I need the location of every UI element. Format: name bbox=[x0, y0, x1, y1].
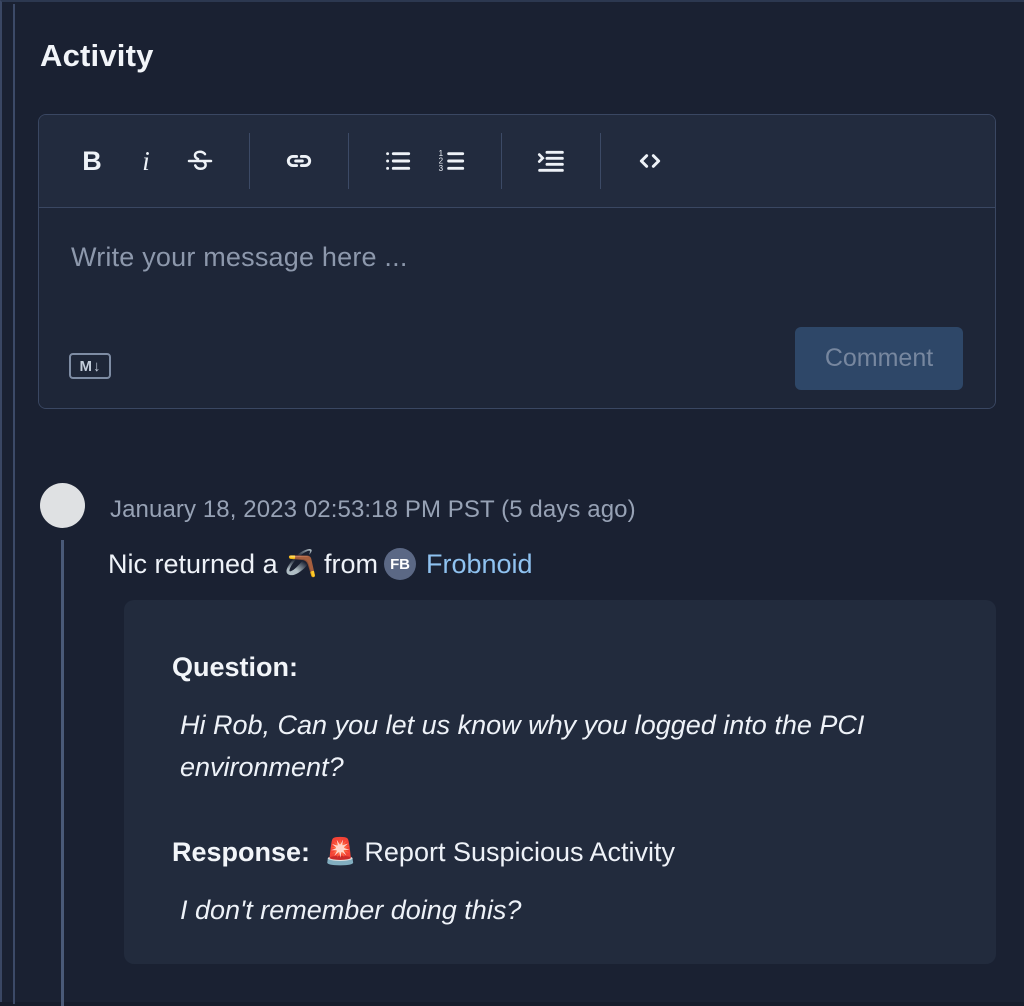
page-title: Activity bbox=[40, 38, 154, 73]
composer-body[interactable]: Write your message here ... M ↓ Comment bbox=[39, 208, 995, 408]
text-format-group: B i bbox=[65, 115, 227, 207]
response-block: Response: 🚨 Report Suspicious Activity bbox=[172, 837, 948, 868]
question-block: Question: Hi Rob, Can you let us know wh… bbox=[172, 652, 948, 789]
response-value: Report Suspicious Activity bbox=[364, 836, 676, 867]
comment-composer[interactable]: B i 1 2 3 Write your message here ... M … bbox=[38, 114, 996, 409]
composer-toolbar: B i 1 2 3 bbox=[39, 115, 995, 208]
thread-connector-line bbox=[61, 540, 64, 1006]
markdown-icon-letter: M bbox=[79, 357, 93, 375]
response-label: Response: bbox=[172, 836, 311, 867]
org-badge: FB bbox=[383, 548, 416, 580]
activity-panel: Activity B i 1 2 3 Write your message he… bbox=[0, 0, 1024, 1006]
toolbar-divider-2 bbox=[348, 133, 349, 189]
link-group bbox=[272, 115, 326, 207]
org-name-link[interactable]: Frobnoid bbox=[426, 549, 533, 580]
avatar bbox=[40, 483, 85, 528]
toolbar-divider-3 bbox=[501, 133, 502, 189]
entry-timestamp: January 18, 2023 02:53:18 PM PST (5 days… bbox=[110, 496, 636, 523]
code-group bbox=[623, 115, 677, 207]
bulleted-list-icon[interactable] bbox=[371, 133, 425, 189]
link-icon[interactable] bbox=[272, 133, 326, 189]
list-group: 1 2 3 bbox=[371, 115, 479, 207]
comment-submit-button[interactable]: Comment bbox=[795, 327, 963, 390]
blockquote-group bbox=[524, 115, 578, 207]
left-rail-divider bbox=[13, 4, 15, 1004]
entry-summary-prefix: Nic returned a bbox=[108, 548, 278, 579]
question-label: Question: bbox=[172, 652, 298, 682]
question-response-card: Question: Hi Rob, Can you let us know wh… bbox=[124, 600, 996, 964]
code-icon[interactable] bbox=[623, 133, 677, 189]
entry-summary: Nic returned a 🪃 from FB Frobnoid bbox=[108, 548, 533, 580]
italic-icon[interactable]: i bbox=[119, 133, 173, 189]
numbered-list-icon[interactable]: 1 2 3 bbox=[425, 133, 479, 189]
toolbar-divider-1 bbox=[249, 133, 250, 189]
blockquote-icon[interactable] bbox=[524, 133, 578, 189]
question-text: Hi Rob, Can you let us know why you logg… bbox=[180, 710, 865, 782]
message-input-placeholder[interactable]: Write your message here ... bbox=[71, 242, 408, 273]
entry-summary-middle: from bbox=[323, 548, 378, 579]
markdown-icon[interactable]: M ↓ bbox=[69, 353, 111, 379]
strikethrough-icon[interactable] bbox=[173, 133, 227, 189]
toolbar-divider-4 bbox=[600, 133, 601, 189]
boomerang-icon: 🪃 bbox=[284, 549, 317, 579]
panel-content: Activity B i 1 2 3 Write your message he… bbox=[16, 4, 1024, 1006]
markdown-icon-arrow: ↓ bbox=[93, 357, 101, 375]
bold-icon[interactable]: B bbox=[65, 133, 119, 189]
response-text: I don't remember doing this? bbox=[180, 894, 522, 925]
svg-text:3: 3 bbox=[439, 164, 444, 173]
rotating-light-icon: 🚨 bbox=[324, 837, 357, 868]
